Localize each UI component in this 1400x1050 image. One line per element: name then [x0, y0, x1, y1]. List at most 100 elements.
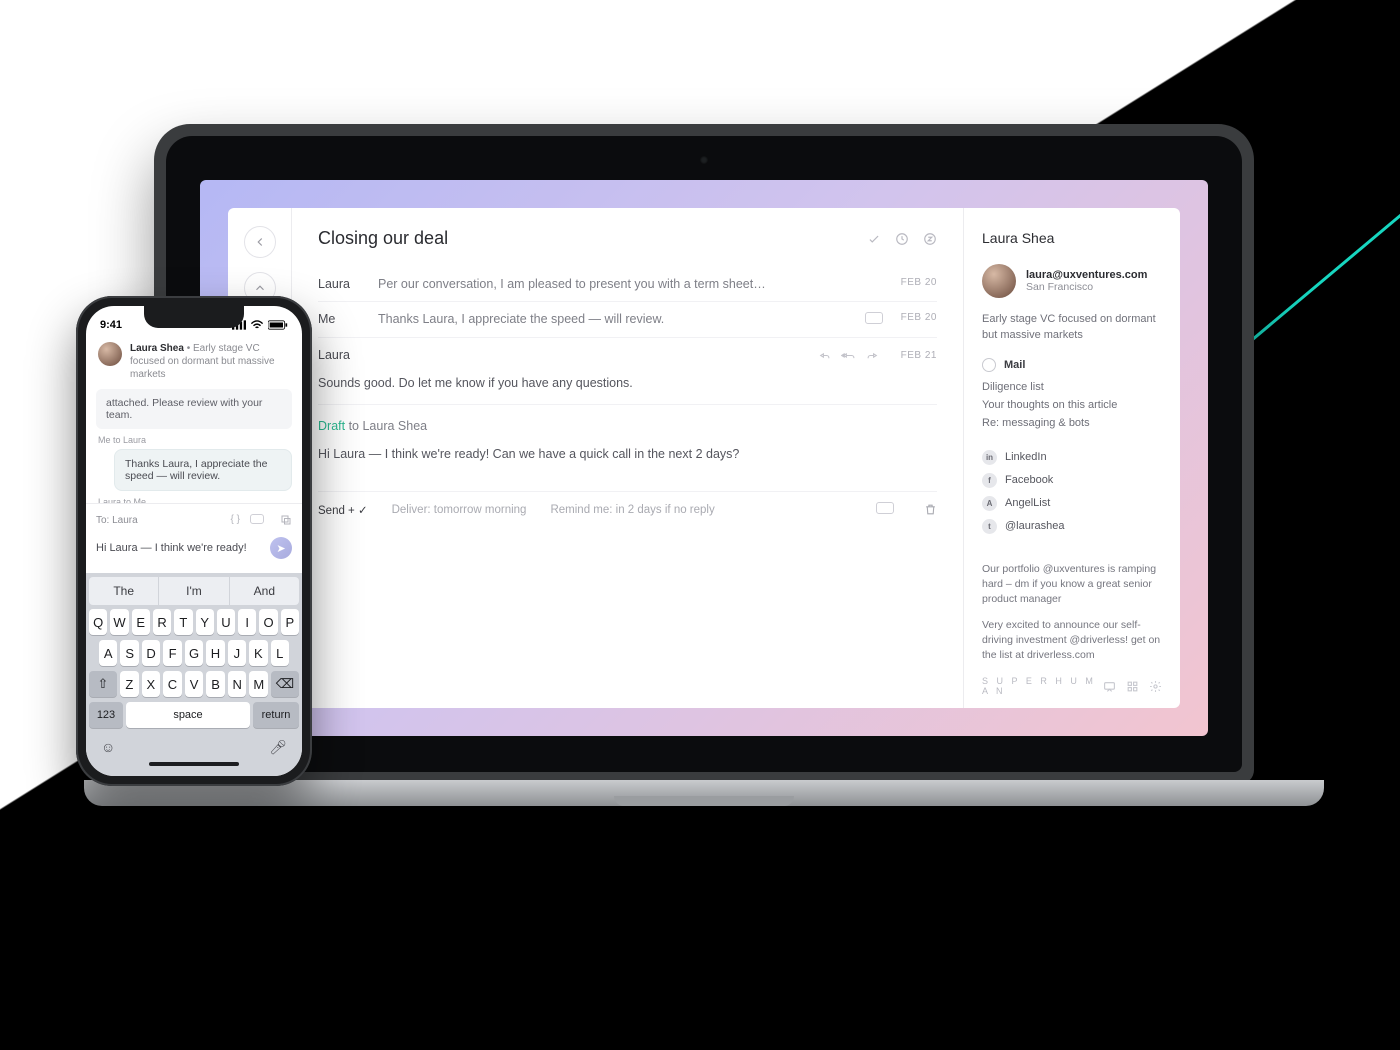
suggestion[interactable]: And	[230, 577, 299, 605]
back-button[interactable]	[244, 226, 276, 258]
compose-bar: Send + ✓ Deliver: tomorrow morning Remin…	[318, 491, 937, 527]
send-button[interactable]: ➤	[270, 537, 292, 559]
contact-location: San Francisco	[1026, 281, 1147, 293]
message-sender: Laura	[318, 348, 350, 362]
message-date: FEB 21	[901, 350, 937, 361]
draft-body[interactable]: Hi Laura — I think we're ready! Can we h…	[318, 433, 937, 491]
letter-key[interactable]: C	[163, 671, 182, 697]
social-twitter[interactable]: t@laurashea	[982, 515, 1162, 538]
letter-key[interactable]: Y	[196, 609, 214, 635]
letter-key[interactable]: H	[206, 640, 224, 666]
letter-key[interactable]: X	[142, 671, 161, 697]
clock-icon[interactable]	[895, 232, 909, 246]
phone-thread[interactable]: attached. Please review with your team. …	[86, 389, 302, 503]
compose-to[interactable]: To: Laura	[96, 515, 138, 526]
emoji-key[interactable]: ☺	[101, 739, 115, 756]
phone-compose: To: Laura { } Hi Laura — I think we're r…	[86, 503, 302, 573]
letter-key[interactable]: F	[163, 640, 181, 666]
grid-icon[interactable]	[1126, 680, 1139, 693]
letter-key[interactable]: J	[228, 640, 246, 666]
home-indicator[interactable]	[149, 762, 239, 766]
check-icon[interactable]	[867, 232, 881, 246]
mail-section: Mail Diligence list Your thoughts on thi…	[982, 358, 1162, 432]
brand-label: S U P E R H U M A N	[982, 676, 1103, 696]
letter-key[interactable]: D	[142, 640, 160, 666]
mail-icon	[982, 358, 996, 372]
letter-key[interactable]: A	[99, 640, 117, 666]
linkedin-icon: in	[982, 450, 997, 465]
thread-header: Closing our deal	[318, 228, 937, 249]
mail-item[interactable]: Your thoughts on this article	[982, 396, 1162, 414]
bubble-label: Me to Laura	[98, 435, 292, 445]
mail-item[interactable]: Re: messaging & bots	[982, 414, 1162, 432]
message-date: FEB 20	[901, 312, 937, 327]
suggestion[interactable]: The	[89, 577, 159, 605]
angellist-icon: A	[982, 496, 997, 511]
message-date: FEB 20	[901, 277, 937, 291]
mic-key[interactable]: 🎤︎	[269, 739, 287, 756]
letter-key[interactable]: I	[238, 609, 256, 635]
thread-pane: Closing our deal Laura Per our conversat…	[292, 208, 964, 708]
letter-key[interactable]: L	[271, 640, 289, 666]
letter-key[interactable]: O	[259, 609, 277, 635]
letter-key[interactable]: W	[110, 609, 128, 635]
letter-key[interactable]: B	[206, 671, 225, 697]
snooze-icon[interactable]	[923, 232, 937, 246]
laptop-hinge-notch	[614, 796, 794, 806]
return-key[interactable]: return	[253, 702, 299, 728]
chat-icon[interactable]	[1103, 680, 1116, 693]
reply-icon[interactable]	[818, 349, 831, 362]
letter-key[interactable]: V	[185, 671, 204, 697]
letter-key[interactable]: Q	[89, 609, 107, 635]
letter-key[interactable]: R	[153, 609, 171, 635]
letter-key[interactable]: Z	[120, 671, 139, 697]
attachment-icon[interactable]	[876, 502, 900, 517]
deliver-schedule[interactable]: Deliver: tomorrow morning	[392, 504, 527, 516]
remind-schedule[interactable]: Remind me: in 2 days if no reply	[550, 504, 714, 516]
space-key[interactable]: space	[126, 702, 250, 728]
battery-icon	[268, 320, 288, 330]
message-open: Laura FEB 21 Sounds good. Do let me know…	[318, 338, 937, 405]
letter-key[interactable]: M	[249, 671, 268, 697]
status-time: 9:41	[100, 319, 122, 331]
brand-footer: S U P E R H U M A N	[982, 664, 1162, 696]
shift-key[interactable]: ⇧	[89, 671, 117, 697]
contact-card: laura@uxventures.com San Francisco	[982, 264, 1162, 298]
number-key[interactable]: 123	[89, 702, 123, 728]
phone-thread-header: Laura Shea • Early stage VC focused on d…	[86, 336, 302, 389]
message-row[interactable]: Me Thanks Laura, I appreciate the speed …	[318, 302, 937, 338]
previous-message-fragment: attached. Please review with your team.	[96, 389, 292, 429]
contact-name: Laura Shea	[982, 230, 1162, 246]
social-angellist[interactable]: AAngelList	[982, 492, 1162, 515]
braces-icon[interactable]: { }	[231, 514, 240, 527]
letter-key[interactable]: E	[132, 609, 150, 635]
send-button[interactable]: Send + ✓	[318, 503, 368, 517]
keyboard-row: QWERTYUIOP	[89, 609, 299, 635]
social-linkedin[interactable]: inLinkedIn	[982, 446, 1162, 469]
forward-icon[interactable]	[866, 349, 879, 362]
compose-body[interactable]: Hi Laura — I think we're ready!	[96, 542, 247, 554]
attachment-icon[interactable]	[250, 514, 270, 527]
letter-key[interactable]: T	[174, 609, 192, 635]
contact-avatar	[982, 264, 1016, 298]
mail-item[interactable]: Diligence list	[982, 378, 1162, 396]
expand-icon[interactable]	[280, 514, 292, 527]
letter-key[interactable]: S	[120, 640, 138, 666]
backspace-key[interactable]: ⌫	[271, 671, 299, 697]
letter-key[interactable]: U	[217, 609, 235, 635]
letter-key[interactable]: N	[228, 671, 247, 697]
message-preview: Per our conversation, I am pleased to pr…	[378, 277, 889, 291]
suggestion[interactable]: I'm	[159, 577, 229, 605]
social-facebook[interactable]: fFacebook	[982, 469, 1162, 492]
thread-header-actions	[867, 232, 937, 246]
message-row[interactable]: Laura Per our conversation, I am pleased…	[318, 267, 937, 302]
message-sender: Me	[318, 312, 378, 327]
letter-key[interactable]: K	[249, 640, 267, 666]
mail-section-label: Mail	[1004, 359, 1025, 371]
trash-icon[interactable]	[924, 503, 937, 516]
twitter-icon: t	[982, 519, 997, 534]
letter-key[interactable]: G	[185, 640, 203, 666]
gear-icon[interactable]	[1149, 680, 1162, 693]
reply-all-icon[interactable]	[841, 349, 856, 362]
letter-key[interactable]: P	[281, 609, 299, 635]
